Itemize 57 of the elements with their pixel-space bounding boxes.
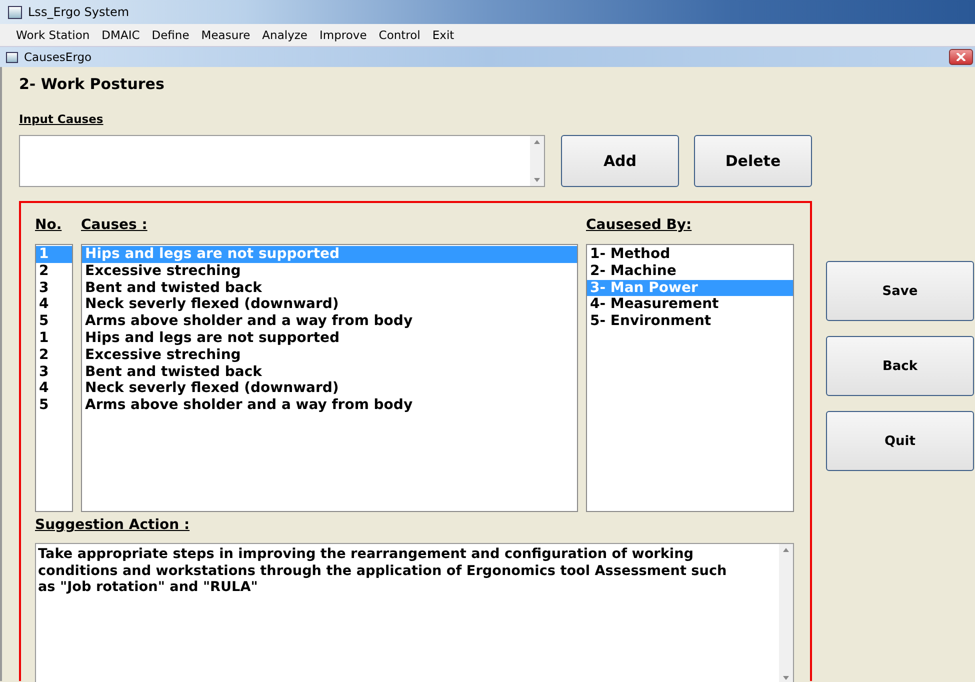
text-area[interactable]: Take appropriate steps in improving the rearrangement and configuration of working conditions and workstations through the application of Ergonomics tool Assessment such as "Job rotation" and "RULA" [35,543,794,682]
menu-item[interactable]: Control [372,28,426,42]
scroll-down-icon[interactable] [783,676,789,680]
list-item[interactable]: 2 [36,262,72,280]
suggestion-text: Take appropriate steps in improving the rearrangement and configuration of working conditions and workstations through the application of Ergonomics tool Assessment such as "Job rotation" and "RULA" [37,545,728,597]
list-item[interactable]: 2 [36,346,72,364]
caused-by-list[interactable]: 1- Method 2- Machine 3- Man Power 4- Measurement 5- Environment [586,244,794,512]
list-item[interactable]: Arms above sholder and a way from body [82,397,577,414]
list-item[interactable]: 5 [36,313,72,330]
list-item[interactable]: 5 [36,397,72,414]
list-item[interactable]: Excessive streching [82,346,577,364]
form-icon [6,52,18,62]
column-header: No. [35,217,63,235]
menu-item[interactable]: Exit [426,28,460,42]
list-item[interactable]: Excessive streching [82,262,577,280]
action-button[interactable]: Quit [826,411,974,471]
list-item[interactable]: 2- Machine [587,262,793,280]
list-item[interactable]: Neck severly flexed (downward) [82,296,577,314]
list-item[interactable]: 4 [36,380,72,398]
action-button[interactable]: Delete [694,135,812,187]
menu-item[interactable]: Analyze [256,28,314,42]
column-header: Causes : [81,217,148,235]
scroll-up-icon[interactable] [783,548,789,552]
list-item[interactable]: 3 [36,364,72,380]
close-button[interactable] [949,49,973,65]
list-item[interactable]: Hips and legs are not supported [82,330,577,347]
list-item[interactable]: Bent and twisted back [82,364,577,380]
window-title: Lss_Ergo System [28,5,130,19]
list-item[interactable]: Bent and twisted back [82,280,577,296]
menu-item[interactable]: Improve [314,28,373,42]
action-button[interactable]: Save [826,261,974,321]
number-list[interactable]: 1 2 3 4 5 1 2 3 4 5 [35,244,73,512]
list-item[interactable]: 5- Environment [587,313,793,330]
menu-item[interactable]: Define [146,28,196,42]
form-heading: 2- Work Postures [19,75,166,95]
scroll-up-icon[interactable] [534,140,540,144]
field-label: Input Causes [19,112,104,126]
list-item[interactable]: 3 [36,280,72,296]
action-button[interactable]: Back [826,336,974,396]
menu-item[interactable]: Measure [195,28,256,42]
close-icon [956,53,966,61]
list-item[interactable]: 4 [36,296,72,314]
field-label: Suggestion Action : [35,517,191,535]
action-button[interactable]: Add [561,135,679,187]
app-icon [8,6,22,18]
list-item[interactable]: Arms above sholder and a way from body [82,313,577,330]
column-header: Causesed By: [586,217,692,235]
input-field[interactable] [19,135,545,187]
list-item[interactable]: 1- Method [587,246,793,263]
list-item[interactable]: Neck severly flexed (downward) [82,380,577,398]
scroll-down-icon[interactable] [534,178,540,182]
menu-item[interactable]: DMAIC [96,28,146,42]
form-title: CausesErgo [24,50,92,64]
list-item[interactable]: 1 [36,330,72,347]
causes-list[interactable] [81,244,578,512]
menu-item[interactable]: Work Station [10,28,96,42]
list-item[interactable]: 4- Measurement [587,296,793,314]
